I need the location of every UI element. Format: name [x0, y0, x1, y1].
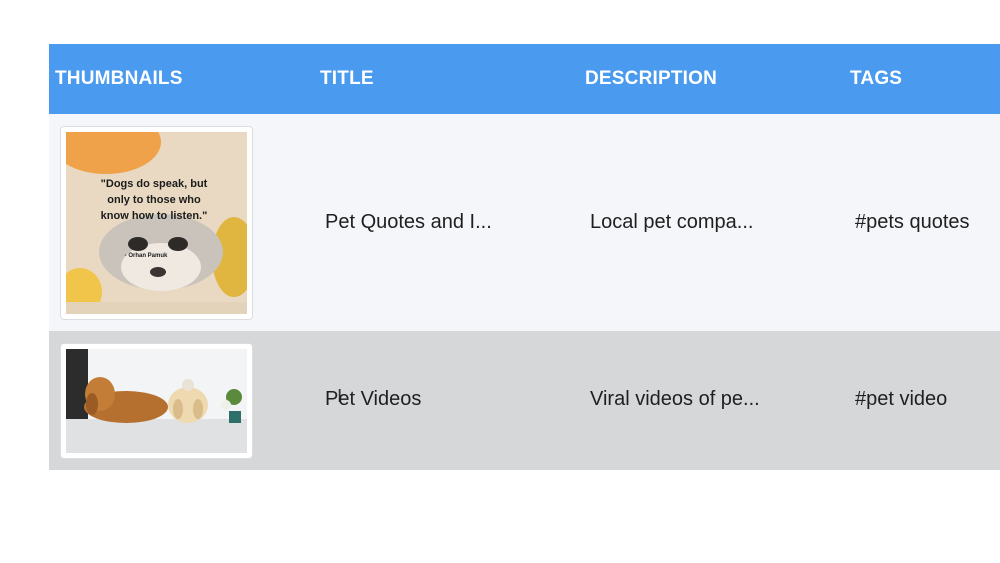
dog-quote-image: "Dogs do speak, but only to those who kn… — [66, 132, 247, 314]
row-tags[interactable]: #pet video — [855, 388, 1000, 411]
svg-text:only to those who: only to those who — [107, 194, 201, 206]
row-title[interactable]: Pet Videos — [325, 388, 515, 411]
table-header: THUMBNAILS TITLE DESCRIPTION TAGS — [49, 44, 1000, 114]
column-header-description[interactable]: DESCRIPTION — [585, 68, 717, 90]
column-header-tags[interactable]: TAGS — [850, 68, 902, 90]
row-title[interactable]: Pet Quotes and I... — [325, 211, 515, 234]
thumbnail-dog-video[interactable] — [60, 343, 253, 459]
column-header-thumbnails[interactable]: THUMBNAILS — [55, 68, 183, 90]
svg-text:"Dogs do speak, but: "Dogs do speak, but — [101, 178, 208, 190]
table-row[interactable]: I Pet Videos Viral videos of pe... #pet … — [49, 331, 1000, 470]
svg-text:- Orhan Pamuk: - Orhan Pamuk — [125, 253, 168, 259]
row-description[interactable]: Local pet compa... — [590, 211, 790, 234]
content-table: THUMBNAILS TITLE DESCRIPTION TAGS "Dogs … — [49, 44, 1000, 470]
dog-video-image — [66, 349, 247, 453]
svg-text:know how to listen.": know how to listen." — [101, 210, 208, 222]
thumbnail-dog-quote[interactable]: "Dogs do speak, but only to those who kn… — [60, 126, 253, 320]
row-tags[interactable]: #pets quotes — [855, 211, 1000, 234]
column-header-title[interactable]: TITLE — [320, 68, 374, 90]
table-row[interactable]: "Dogs do speak, but only to those who kn… — [49, 114, 1000, 331]
row-description[interactable]: Viral videos of pe... — [590, 388, 790, 411]
